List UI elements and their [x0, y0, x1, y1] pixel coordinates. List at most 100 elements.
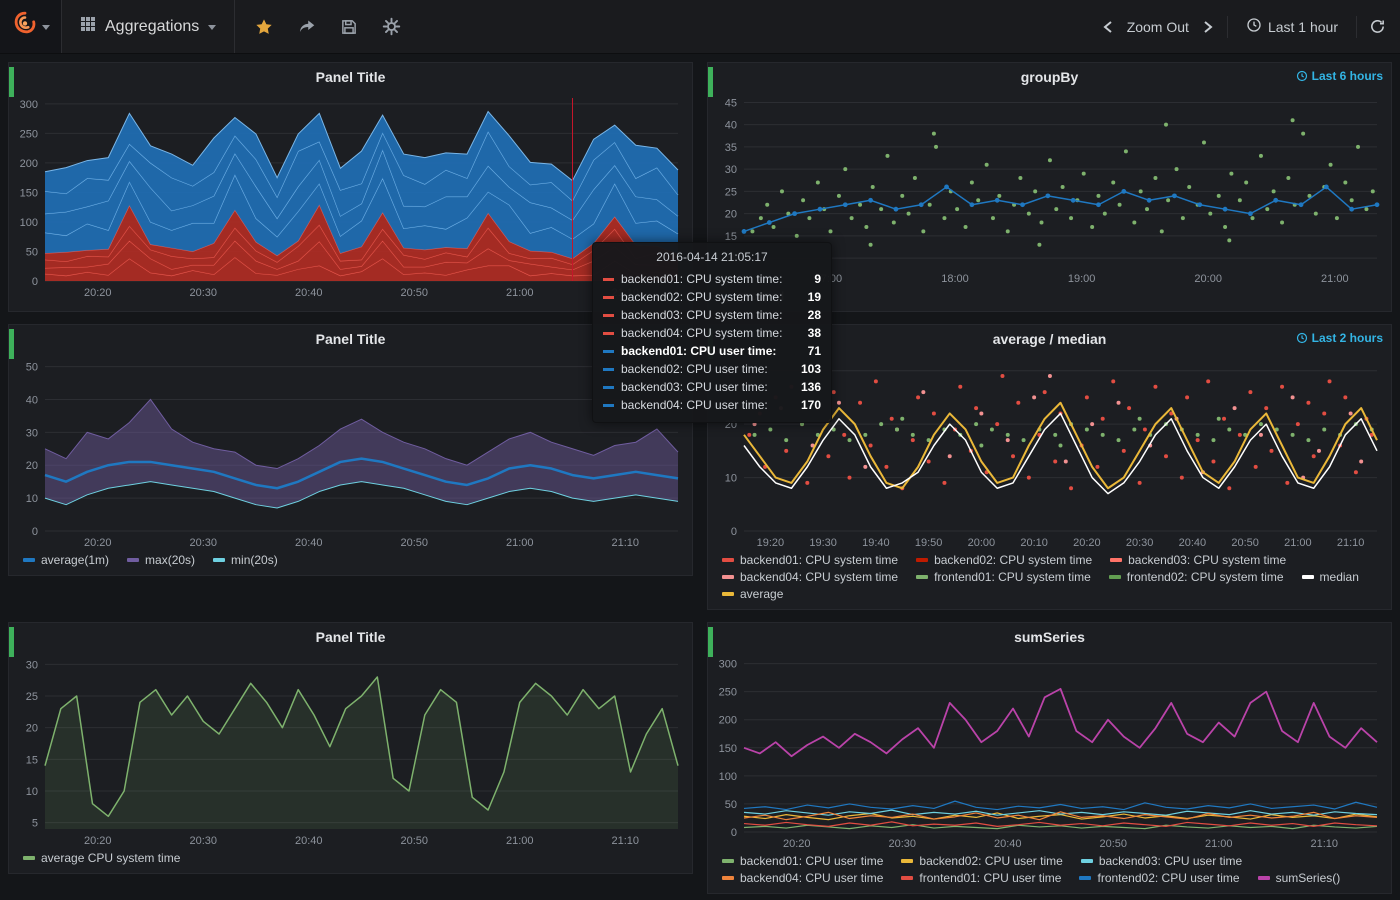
legend-color-icon [901, 876, 913, 880]
legend-label: max(20s) [145, 553, 195, 567]
grafana-logo-menu[interactable] [0, 0, 62, 53]
zoom-out-label: Zoom Out [1127, 19, 1189, 35]
legend-label: frontend01: CPU system time [934, 570, 1091, 584]
panel-title[interactable]: sumSeries [1014, 629, 1085, 645]
refresh-button[interactable] [1369, 18, 1386, 35]
legend-item[interactable]: frontend01: CPU user time [901, 871, 1061, 885]
legend-label: average [740, 587, 783, 601]
clock-icon [1246, 17, 1262, 36]
zoom-prev-button[interactable] [1101, 19, 1115, 35]
legend-item[interactable]: min(20s) [213, 553, 278, 567]
svg-text:18:00: 18:00 [941, 273, 969, 285]
legend-color-icon [1109, 575, 1121, 579]
panel-time-override[interactable]: Last 2 hours [1296, 331, 1383, 345]
svg-text:19:00: 19:00 [1068, 273, 1096, 285]
svg-text:20:50: 20:50 [1231, 537, 1259, 549]
svg-text:200: 200 [20, 158, 38, 170]
band-line-chart[interactable]: 0102030405020:2020:3020:4020:5021:0021:1… [9, 352, 692, 551]
legend-color-icon [23, 558, 35, 562]
panel-sumseries: sumSeries 05010015020025030020:2020:3020… [707, 622, 1392, 894]
svg-text:20:30: 20:30 [189, 287, 217, 299]
svg-text:150: 150 [719, 743, 737, 755]
svg-text:100: 100 [719, 771, 737, 783]
legend-item[interactable]: backend04: CPU user time [722, 871, 883, 885]
panel-time-override[interactable]: Last 6 hours [1296, 69, 1383, 83]
legend-color-icon [722, 876, 734, 880]
svg-text:45: 45 [725, 97, 737, 109]
legend-color-icon [901, 859, 913, 863]
tooltip-row: backend04: CPU system time:38 [603, 324, 821, 342]
save-button[interactable] [340, 18, 358, 36]
tooltip-row: backend01: CPU user time:71 [603, 342, 821, 360]
svg-text:20: 20 [725, 209, 737, 221]
legend-item[interactable]: sumSeries() [1258, 871, 1341, 885]
star-button[interactable] [255, 18, 273, 36]
divider [1227, 16, 1228, 38]
svg-text:20:20: 20:20 [783, 838, 811, 850]
svg-text:50: 50 [26, 362, 38, 374]
svg-text:21:10: 21:10 [1337, 537, 1365, 549]
legend-item[interactable]: backend01: CPU system time [722, 553, 898, 567]
svg-text:20:40: 20:40 [295, 537, 323, 549]
legend-item[interactable]: backend03: CPU user time [1081, 854, 1242, 868]
legend-item[interactable]: max(20s) [127, 553, 195, 567]
settings-gear-button[interactable] [382, 17, 401, 36]
svg-text:20:20: 20:20 [84, 537, 112, 549]
legend-item[interactable]: backend02: CPU user time [901, 854, 1062, 868]
svg-text:5: 5 [32, 818, 38, 830]
panel-title[interactable]: groupBy [1021, 69, 1079, 85]
legend-label: frontend02: CPU user time [1097, 871, 1239, 885]
legend-item[interactable]: average(1m) [23, 553, 109, 567]
legend-item[interactable]: median [1302, 570, 1359, 584]
svg-text:20:10: 20:10 [1020, 537, 1048, 549]
legend-item[interactable]: backend03: CPU system time [1110, 553, 1286, 567]
legend-item[interactable]: frontend02: CPU system time [1109, 570, 1284, 584]
legend-item[interactable]: backend04: CPU system time [722, 570, 898, 584]
svg-text:20:50: 20:50 [400, 287, 428, 299]
svg-text:20:00: 20:00 [1194, 273, 1222, 285]
dashboard-picker[interactable]: Aggregations [62, 0, 235, 53]
stacked-area-chart[interactable]: 05010015020025030020:2020:3020:4020:5021… [9, 90, 692, 301]
legend-item[interactable]: average [722, 587, 783, 601]
legend-color-icon [1302, 575, 1314, 579]
time-range-picker[interactable]: Last 1 hour [1240, 11, 1344, 42]
panel-title[interactable]: Panel Title [316, 69, 386, 85]
legend-item[interactable]: backend02: CPU system time [916, 553, 1092, 567]
legend-label: average(1m) [41, 553, 109, 567]
grafana-logo-icon [12, 11, 38, 42]
svg-text:19:50: 19:50 [915, 537, 943, 549]
legend-label: backend04: CPU user time [740, 871, 883, 885]
series-color-icon [603, 386, 614, 389]
zoom-next-button[interactable] [1201, 19, 1215, 35]
dashboard-title: Aggregations [105, 18, 199, 36]
series-color-icon [603, 314, 614, 317]
panel-legend [9, 301, 692, 311]
legend-label: backend03: CPU user time [1099, 854, 1242, 868]
svg-text:21:00: 21:00 [1284, 537, 1312, 549]
share-button[interactable] [297, 17, 316, 36]
svg-text:20:50: 20:50 [400, 537, 428, 549]
legend-item[interactable]: average CPU system time [23, 851, 180, 865]
svg-text:20:30: 20:30 [1126, 537, 1154, 549]
legend-item[interactable]: frontend02: CPU user time [1079, 871, 1239, 885]
multi-line-chart[interactable]: 05010015020025030020:2020:3020:4020:5021… [708, 650, 1391, 852]
svg-text:10: 10 [26, 493, 38, 505]
panel-title[interactable]: average / median [993, 331, 1107, 347]
panel-title[interactable]: Panel Title [316, 331, 386, 347]
svg-text:0: 0 [731, 827, 737, 839]
legend-item[interactable]: backend01: CPU user time [722, 854, 883, 868]
svg-text:25: 25 [26, 691, 38, 703]
svg-text:0: 0 [32, 276, 38, 288]
zoom-out-button[interactable]: Zoom Out [1121, 13, 1195, 41]
svg-text:20:50: 20:50 [400, 835, 428, 847]
series-color-icon [603, 278, 614, 281]
svg-text:19:20: 19:20 [757, 537, 785, 549]
svg-text:25: 25 [725, 186, 737, 198]
legend-color-icon [722, 859, 734, 863]
legend-item[interactable]: frontend01: CPU system time [916, 570, 1091, 584]
panel-title[interactable]: Panel Title [316, 629, 386, 645]
series-color-icon [603, 404, 614, 407]
line-chart[interactable]: 5101520253020:2020:3020:4020:5021:0021:1… [9, 650, 692, 849]
panel-avg-min-max: Panel Title 0102030405020:2020:3020:4020… [8, 324, 693, 576]
svg-text:21:00: 21:00 [1205, 838, 1233, 850]
